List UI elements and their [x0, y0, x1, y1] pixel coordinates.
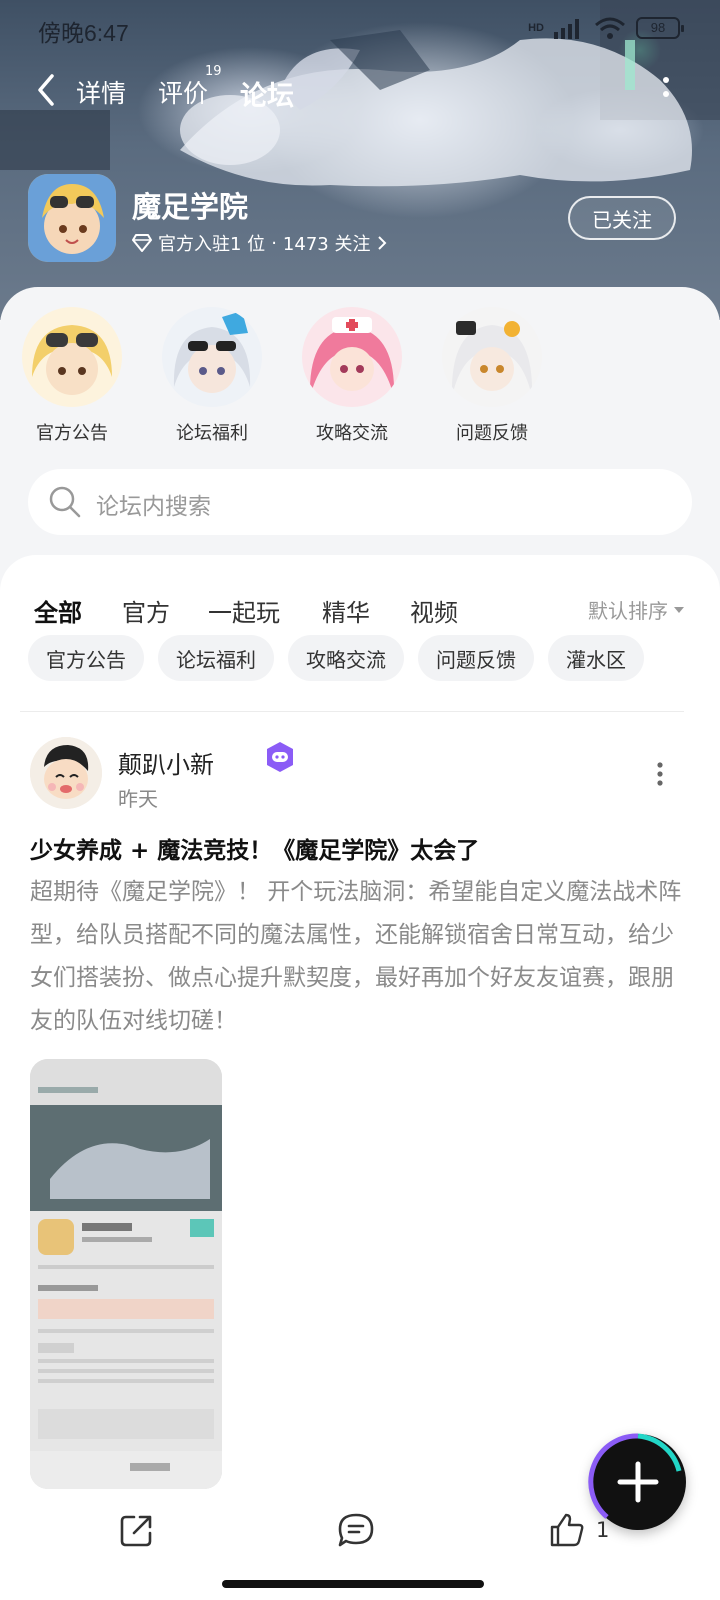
signal-icon [554, 19, 579, 39]
share-button[interactable] [118, 1510, 156, 1550]
more-vertical-icon[interactable] [656, 761, 664, 787]
game-character-avatar [28, 174, 116, 262]
game-header: 魔足学院 官方入驻1 位 · 1473 关注 已关注 [0, 170, 720, 270]
author-name[interactable]: 颠趴小新 [118, 745, 214, 780]
wifi-icon [595, 17, 625, 39]
board-avatar [442, 307, 542, 407]
board-official-announcements[interactable]: 官方公告 [8, 307, 138, 447]
category-tabs: 全部 官方 一起玩 精华 视频 默认排序 [0, 573, 720, 633]
hd-label: HD [528, 22, 544, 34]
status-bar: 傍晚6:47 HD 98 [0, 0, 720, 56]
post-image-thumbnail[interactable] [30, 1059, 222, 1489]
screenshot-thumbnail-image [30, 1059, 222, 1489]
board-label: 攻略交流 [316, 423, 388, 444]
tab-featured[interactable]: 精华 [322, 593, 370, 628]
chip-strategy[interactable]: 攻略交流 [288, 635, 404, 681]
board-filter-chips: 官方公告 论坛福利 攻略交流 问题反馈 灌水区 [28, 635, 644, 681]
game-controller-badge-icon [267, 742, 293, 772]
search-placeholder: 论坛内搜索 [96, 494, 211, 520]
share-icon [120, 1515, 152, 1547]
character-avatar [442, 307, 542, 407]
forum-search-input[interactable]: 论坛内搜索 [28, 469, 692, 535]
tab-all[interactable]: 全部 [34, 593, 82, 630]
post-body[interactable]: 超期待《魔足学院》！ 开个玩法脑洞：希望能自定义魔法战术阵型，给队员搭配不同的魔… [30, 871, 686, 1043]
diamond-icon [132, 234, 152, 252]
game-title: 魔足学院 [132, 190, 249, 224]
tab-detail[interactable]: 详情 [76, 74, 126, 110]
board-avatar [22, 307, 122, 407]
tab-official[interactable]: 官方 [122, 593, 170, 628]
board-avatar [302, 307, 402, 407]
board-label: 论坛福利 [176, 423, 248, 444]
top-nav: 详情 评价 19 论坛 [0, 62, 720, 118]
caret-down-icon [674, 606, 684, 613]
board-label: 官方公告 [36, 423, 108, 444]
sort-label: 默认排序 [588, 599, 668, 623]
home-indicator [222, 1580, 484, 1588]
tab-video[interactable]: 视频 [410, 593, 458, 628]
board-strategy[interactable]: 攻略交流 [288, 307, 418, 447]
game-icon[interactable] [28, 174, 116, 262]
chip-official-announcements[interactable]: 官方公告 [28, 635, 144, 681]
tab-review[interactable]: 评价 [158, 74, 208, 110]
sort-dropdown[interactable]: 默认排序 [588, 595, 684, 624]
more-vertical-icon[interactable] [660, 74, 672, 104]
chevron-left-icon[interactable] [32, 72, 62, 108]
comment-icon [338, 1513, 374, 1547]
chevron-right-icon [378, 236, 387, 250]
character-avatar [302, 307, 402, 407]
plus-icon [617, 1461, 659, 1503]
thumbs-up-icon [550, 1513, 584, 1547]
follow-button[interactable]: 已关注 [568, 196, 676, 240]
divider [20, 711, 684, 712]
board-label: 问题反馈 [456, 423, 528, 444]
chip-feedback[interactable]: 问题反馈 [418, 635, 534, 681]
chip-forum-benefits[interactable]: 论坛福利 [158, 635, 274, 681]
board-forum-benefits[interactable]: 论坛福利 [148, 307, 278, 447]
chip-chat[interactable]: 灌水区 [548, 635, 644, 681]
followers-count: 1473 关注 [282, 234, 371, 255]
comment-button[interactable] [336, 1510, 376, 1550]
tab-forum[interactable]: 论坛 [240, 74, 294, 115]
post-title[interactable]: 少女养成 + 魔法竞技！《魔足学院》太会了 [30, 831, 690, 865]
search-icon [49, 486, 81, 518]
status-icons: HD 98 [528, 16, 684, 40]
meta-separator: · [271, 232, 277, 254]
board-avatar [162, 307, 262, 407]
battery-icon: 98 [636, 17, 684, 39]
forum-content: 官方公告 论坛福利 攻略交流 问题反馈 论坛内搜索 全部 官方 一起玩 精华 视… [0, 287, 720, 1600]
board-feedback[interactable]: 问题反馈 [428, 307, 558, 447]
create-post-button[interactable] [588, 1433, 686, 1530]
post-time: 昨天 [118, 787, 158, 811]
author-avatar[interactable] [30, 737, 102, 809]
review-count-badge: 19 [205, 64, 222, 79]
tab-play-together[interactable]: 一起玩 [208, 593, 280, 628]
character-avatar [22, 307, 122, 407]
board-shortcuts: 官方公告 论坛福利 攻略交流 问题反馈 [0, 307, 720, 447]
official-rank-text: 官方入驻1 位 [158, 234, 266, 255]
game-meta[interactable]: 官方入驻1 位 · 1473 关注 [132, 230, 388, 256]
status-time: 傍晚6:47 [38, 20, 129, 46]
character-avatar [162, 307, 262, 407]
author-avatar-image [30, 737, 102, 809]
